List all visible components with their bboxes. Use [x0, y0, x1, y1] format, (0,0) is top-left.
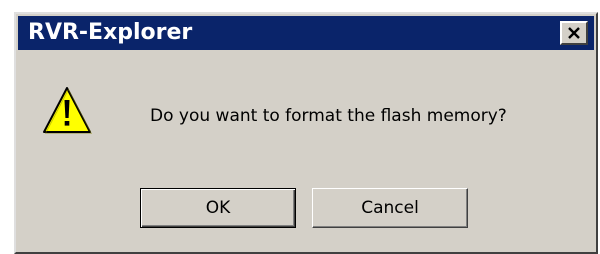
ok-button[interactable]: OK	[140, 188, 296, 228]
close-button[interactable]	[560, 21, 588, 45]
dialog-message: Do you want to format the flash memory?	[150, 106, 507, 126]
title-bar[interactable]: RVR-Explorer	[18, 16, 594, 50]
cancel-button[interactable]: Cancel	[312, 188, 468, 228]
message-dialog: RVR-Explorer Do you want to format the f…	[14, 12, 598, 254]
window-title: RVR-Explorer	[28, 20, 193, 45]
warning-icon	[43, 87, 92, 134]
cancel-button-label: Cancel	[361, 198, 419, 218]
close-icon	[568, 27, 580, 39]
ok-button-label: OK	[205, 198, 231, 218]
